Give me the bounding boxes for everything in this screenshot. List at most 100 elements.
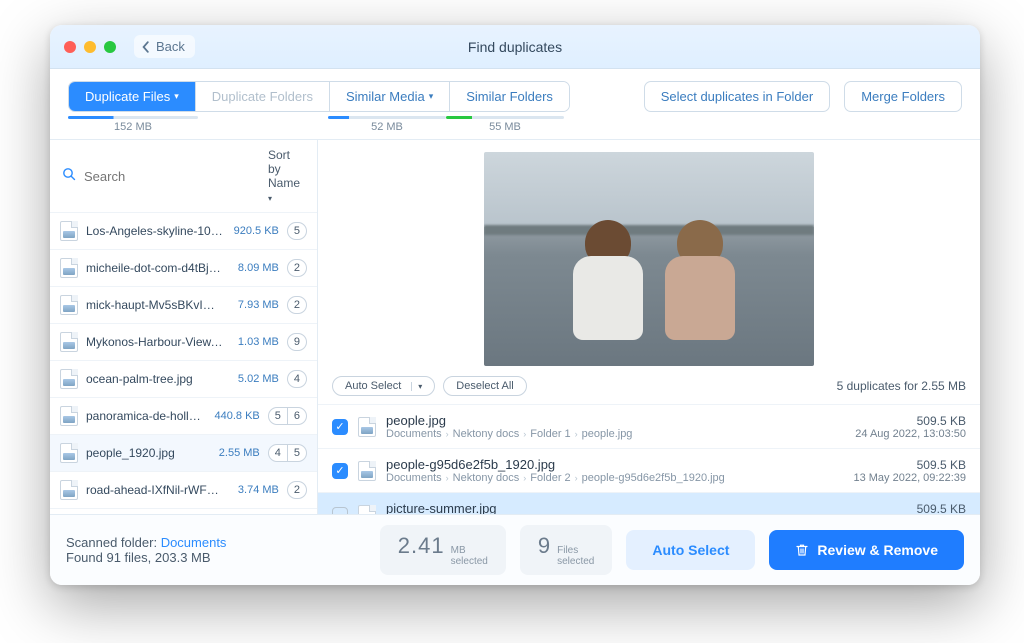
sort-by-button[interactable]: Sort by Name ▾ [268, 148, 305, 204]
auto-select-mini-button[interactable]: Auto Select ▾ [332, 376, 435, 396]
auto-select-button[interactable]: Auto Select [626, 530, 755, 570]
file-row[interactable]: Los-Angeles-skyline-1024x5... 920.5 KB 5 [50, 213, 317, 250]
content-area: Sort by Name ▾ Los-Angeles-skyline-1024x… [50, 139, 980, 514]
count-badge: 5 [287, 222, 307, 240]
stat-value: 2.41 [398, 533, 445, 559]
duplicate-file-date: 13 May 2022, 09:22:39 [853, 472, 966, 484]
badge-group: 45 [268, 444, 307, 462]
found-files-line: Found 91 files, 203.3 MB [66, 550, 226, 565]
file-name: panoramica-de-hollyw... [86, 409, 204, 423]
select-checkbox[interactable]: ✓ [332, 463, 348, 479]
file-size: 920.5 KB [231, 225, 279, 237]
file-row[interactable]: ocean-palm-tree.jpg 5.02 MB 4 [50, 361, 317, 398]
image-file-icon [60, 480, 78, 500]
file-name: ocean-palm-tree.jpg [86, 372, 223, 386]
badge-group: 2 [287, 259, 307, 277]
search-input[interactable] [84, 169, 260, 184]
similar-media-size-indicator: 52 MB [328, 116, 446, 133]
chevron-right-icon: › [575, 429, 578, 439]
merge-folders-button[interactable]: Merge Folders [844, 81, 962, 112]
size-label: 52 MB [371, 121, 403, 133]
tab-label: Duplicate Folders [212, 89, 313, 104]
file-name: Los-Angeles-skyline-1024x5... [86, 224, 223, 238]
tab-label: Similar Folders [466, 89, 553, 104]
file-size: 440.8 KB [212, 410, 260, 422]
image-file-icon [60, 258, 78, 278]
duplicate-file-name: people-g95d6e2f5b_1920.jpg [386, 457, 843, 472]
image-file-icon [60, 295, 78, 315]
select-checkbox[interactable] [332, 507, 348, 515]
path-segment: Nektony docs [453, 472, 520, 484]
path-segment: Nektony docs [453, 428, 520, 440]
duplicate-row[interactable]: ✓ people-g95d6e2f5b_1920.jpg Documents ›… [318, 449, 980, 493]
duplicate-row[interactable]: picture-summer.jpg Documents ›Nektony do… [318, 493, 980, 514]
similar-folders-size-indicator: 55 MB [446, 116, 564, 133]
deselect-all-button[interactable]: Deselect All [443, 376, 526, 396]
select-checkbox[interactable]: ✓ [332, 419, 348, 435]
preview-image [484, 152, 814, 366]
count-badge: 9 [287, 333, 307, 351]
duplicate-file-path: Documents ›Nektony docs ›Folder 2 ›peopl… [386, 472, 843, 484]
image-file-icon [60, 443, 78, 463]
stat-value: 9 [538, 533, 551, 559]
chevron-right-icon: › [523, 473, 526, 483]
scan-summary: Scanned folder: Documents Found 91 files… [66, 535, 226, 565]
file-size: 7.93 MB [231, 299, 279, 311]
back-button[interactable]: Back [134, 35, 195, 58]
duplicate-list: ✓ people.jpg Documents ›Nektony docs ›Fo… [318, 405, 980, 514]
tab-duplicate-folders[interactable]: Duplicate Folders [196, 82, 330, 111]
count-badge: 4 [287, 370, 307, 388]
select-duplicates-in-folder-button[interactable]: Select duplicates in Folder [644, 81, 830, 112]
search-row: Sort by Name ▾ [50, 140, 317, 213]
duplicate-file-name: picture-summer.jpg [386, 501, 843, 514]
file-sidebar: Sort by Name ▾ Los-Angeles-skyline-1024x… [50, 140, 318, 514]
minimize-window-button[interactable] [84, 41, 96, 53]
chevron-down-icon[interactable]: ▾ [411, 382, 422, 391]
file-row[interactable]: mick-haupt-Mv5sBKvICkI.jpg 7.93 MB 2 [50, 287, 317, 324]
duplicate-files-size-indicator: 152 MB [68, 116, 198, 133]
file-row[interactable]: road-ahead-IXfNil-rWFw.jpg 3.74 MB 2 [50, 472, 317, 509]
count-badge: 6 [287, 407, 307, 425]
scanned-folder-link[interactable]: Documents [161, 535, 227, 550]
count-badge: 2 [287, 259, 307, 277]
duplicates-summary: 5 duplicates for 2.55 MB [837, 379, 966, 393]
count-badge: 2 [287, 296, 307, 314]
chevron-left-icon [140, 41, 152, 53]
stat-unit-top: Files [557, 545, 594, 556]
file-row[interactable]: panoramica-de-hollyw... 440.8 KB 56 [50, 398, 317, 435]
stat-unit-top: MB [451, 545, 488, 556]
file-name: Mykonos-Harbour-View.jpg [86, 335, 223, 349]
chevron-down-icon: ▾ [429, 91, 434, 102]
file-row[interactable]: people_1920.jpg 2.55 MB 45 [50, 435, 317, 472]
tab-similar-folders[interactable]: Similar Folders [450, 82, 569, 111]
badge-group: 9 [287, 333, 307, 351]
size-label: 152 MB [114, 121, 152, 133]
file-list: Los-Angeles-skyline-1024x5... 920.5 KB 5… [50, 213, 317, 514]
image-file-icon [60, 221, 78, 241]
duplicate-file-size: 509.5 KB [853, 458, 966, 472]
file-row[interactable]: Mykonos-Harbour-View.jpg 1.03 MB 9 [50, 324, 317, 361]
tab-similar-media[interactable]: Similar Media ▾ [330, 82, 450, 111]
file-name: people_1920.jpg [86, 446, 204, 460]
badge-group: 56 [268, 407, 307, 425]
file-size: 1.03 MB [231, 336, 279, 348]
window-controls [64, 41, 116, 53]
file-row[interactable]: micheile-dot-com-d4tBjk28U... 8.09 MB 2 [50, 250, 317, 287]
progress-row: 152 MB 52 MB 55 MB [50, 112, 980, 139]
duplicate-file-size: 509.5 KB [855, 414, 966, 428]
tab-duplicate-files[interactable]: Duplicate Files ▾ [69, 82, 196, 111]
button-label: Auto Select [345, 380, 401, 392]
zoom-window-button[interactable] [104, 41, 116, 53]
caret-down-icon: ▾ [268, 194, 272, 203]
duplicate-row[interactable]: ✓ people.jpg Documents ›Nektony docs ›Fo… [318, 405, 980, 449]
image-preview [318, 140, 980, 370]
close-window-button[interactable] [64, 41, 76, 53]
review-and-remove-button[interactable]: Review & Remove [769, 530, 964, 570]
trash-icon [795, 543, 809, 557]
image-file-icon [60, 406, 78, 426]
chevron-right-icon: › [446, 473, 449, 483]
image-file-icon [358, 505, 376, 515]
tab-label: Duplicate Files [85, 89, 170, 104]
file-name: micheile-dot-com-d4tBjk28U... [86, 261, 223, 275]
count-badge: 2 [287, 481, 307, 499]
